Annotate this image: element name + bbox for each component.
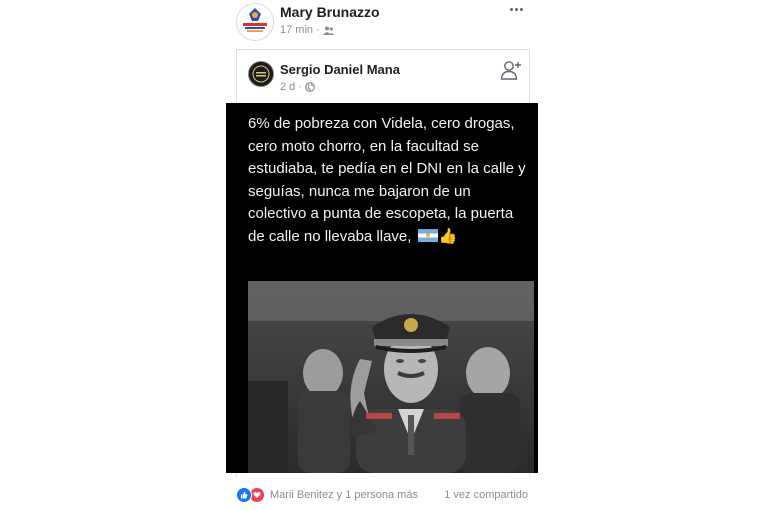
photo-image [248, 281, 534, 473]
avatar[interactable] [236, 3, 274, 41]
shared-post-meta: 2 d · [280, 81, 315, 93]
post-meta: 17 min · [280, 24, 334, 36]
friends-icon [322, 26, 334, 35]
post-author-name[interactable]: Mary Brunazzo [280, 4, 380, 20]
thumbs-up-emoji: 👍 [438, 227, 458, 245]
shared-post-media[interactable]: 6% de pobreza con Videla, cero drogas, c… [226, 103, 538, 473]
shared-post-time[interactable]: 2 d [280, 81, 295, 93]
military-officer-photo[interactable] [248, 281, 534, 473]
shared-post-text-body: 6% de pobreza con Videla, cero drogas, c… [248, 115, 526, 245]
reactors-text[interactable]: Marii Benitez y 1 persona más [270, 489, 418, 501]
facebook-post: Mary Brunazzo 17 min · Sergio Daniel Man… [0, 0, 768, 510]
meta-separator: · [298, 81, 302, 93]
argentina-flag-emoji [417, 228, 438, 242]
shares-count[interactable]: 1 vez compartido [444, 489, 528, 501]
add-friend-button[interactable] [499, 58, 523, 82]
post-footer: Marii Benitez y 1 persona más 1 vez comp… [236, 486, 528, 504]
like-icon[interactable] [236, 487, 252, 503]
globe-icon [305, 82, 315, 92]
shared-author-avatar[interactable] [248, 61, 274, 87]
add-friend-icon [500, 61, 521, 80]
shared-author-name[interactable]: Sergio Daniel Mana [280, 62, 400, 77]
shared-post-text: 6% de pobreza con Videla, cero drogas, c… [248, 113, 533, 248]
more-options-icon[interactable] [506, 2, 526, 16]
avatar-image-icon [249, 62, 273, 86]
post-time[interactable]: 17 min [280, 24, 313, 36]
page-logo-icon [238, 5, 272, 39]
meta-separator: · [316, 24, 320, 36]
